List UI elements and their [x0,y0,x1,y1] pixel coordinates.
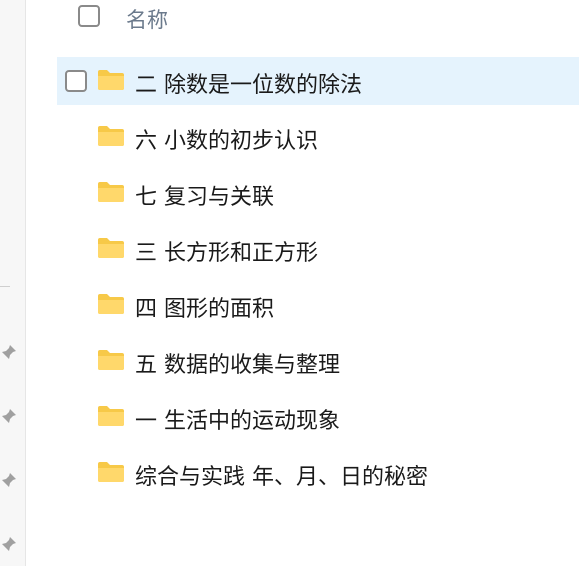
row-checkbox[interactable] [65,70,87,92]
list-item-folder[interactable]: 六 小数的初步认识 [57,113,579,161]
item-name: 三 长方形和正方形 [135,241,318,266]
pin-icon[interactable] [1,472,17,488]
folder-icon [98,182,124,202]
list-item-folder[interactable]: 三 长方形和正方形 [57,225,579,273]
pin-icon[interactable] [1,536,17,552]
list-item-folder[interactable]: 二 除数是一位数的除法 [57,57,579,105]
folder-icon [98,350,124,370]
navigation-pane-edge [0,0,26,566]
pin-icon[interactable] [1,408,17,424]
list-item-folder[interactable]: 四 图形的面积 [57,281,579,329]
item-name: 七 复习与关联 [135,185,274,210]
list-item-folder[interactable]: 综合与实践 年、月、日的秘密 [57,449,579,497]
folder-icon [98,238,124,258]
item-name: 六 小数的初步认识 [135,129,318,154]
item-name: 四 图形的面积 [135,297,274,322]
folder-icon [98,406,124,426]
folder-icon [98,70,124,90]
list-item-folder[interactable]: 七 复习与关联 [57,169,579,217]
column-header: 名称 [26,0,579,40]
pin-icon[interactable] [1,344,17,360]
folder-icon [98,126,124,146]
item-name: 综合与实践 年、月、日的秘密 [135,465,428,490]
item-name: 二 除数是一位数的除法 [135,73,362,98]
list-item-folder[interactable]: 五 数据的收集与整理 [57,337,579,385]
folder-icon [98,294,124,314]
item-name: 一 生活中的运动现象 [135,409,340,434]
folder-icon [98,462,124,482]
item-name: 五 数据的收集与整理 [135,353,340,378]
select-all-checkbox[interactable] [78,5,100,27]
list-item-folder[interactable]: 一 生活中的运动现象 [57,393,579,441]
rail-divider [0,286,10,287]
name-column-header[interactable]: 名称 [126,4,168,34]
